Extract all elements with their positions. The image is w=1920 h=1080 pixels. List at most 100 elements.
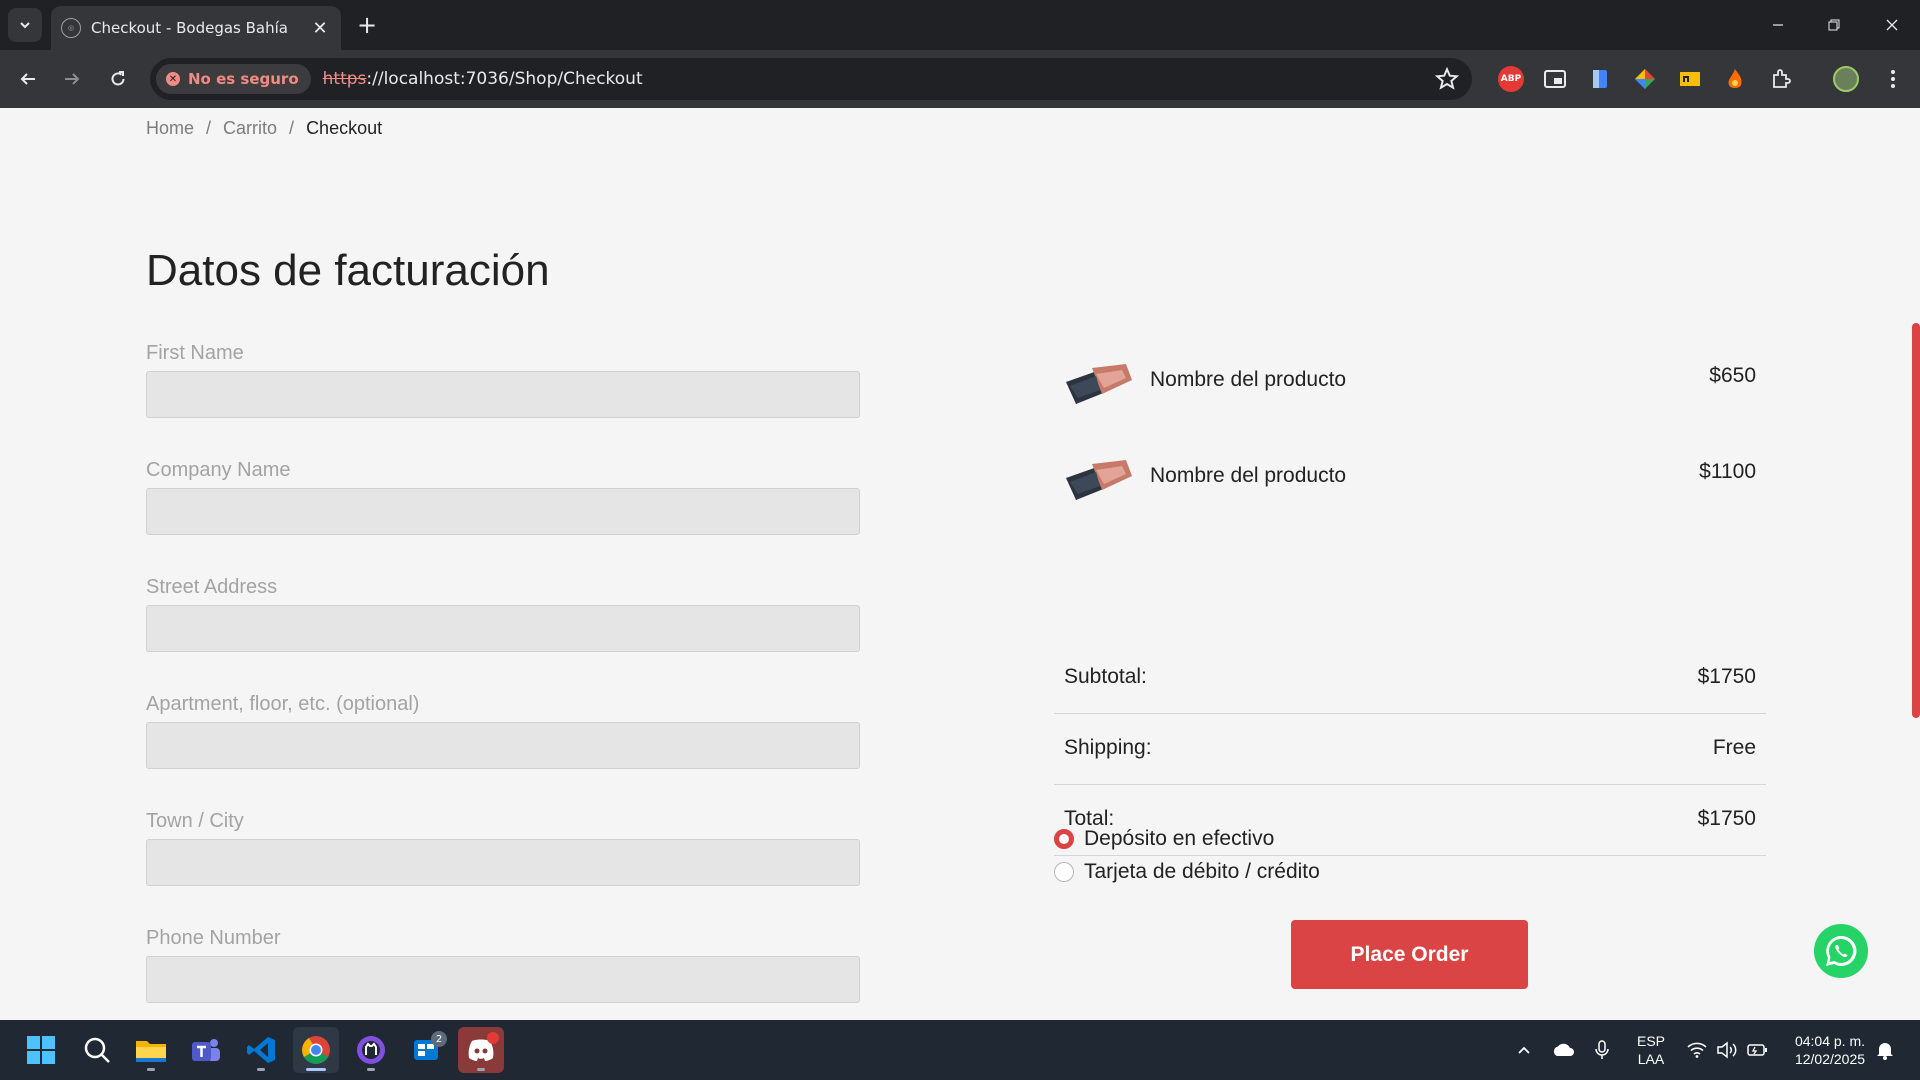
new-tab-button[interactable]: + [352, 10, 382, 40]
extensions-puzzle-icon[interactable] [1768, 66, 1794, 92]
docs-extension-icon[interactable] [1587, 66, 1613, 92]
url-path: ://localhost:7036/Shop/Checkout [366, 69, 643, 89]
input-language[interactable]: ESP LAA [1630, 1032, 1672, 1068]
page-scrollbar[interactable] [1910, 108, 1920, 1020]
phone-number-field: Phone Number [146, 927, 860, 1003]
tab-close-icon[interactable]: ✕ [309, 18, 331, 39]
town-city-label: Town / City [146, 810, 244, 832]
phone-number-input[interactable] [146, 956, 860, 1003]
payment-card-option[interactable]: Tarjeta de débito / crédito [1054, 860, 1320, 884]
url-text[interactable]: https://localhost:7036/Shop/Checkout [323, 69, 643, 89]
taskbar-github-desktop[interactable] [348, 1027, 394, 1073]
product-price: $650 [1709, 364, 1756, 387]
adblock-plus-icon[interactable]: ABP [1498, 66, 1524, 92]
apartment-input[interactable] [146, 722, 860, 769]
street-address-input[interactable] [146, 605, 860, 652]
phone-number-label: Phone Number [146, 927, 281, 949]
back-button[interactable] [12, 63, 44, 95]
profile-avatar[interactable] [1833, 66, 1859, 92]
company-name-input[interactable] [146, 488, 860, 535]
restore-icon [1828, 19, 1840, 31]
tab-search-button[interactable] [8, 8, 42, 42]
taskbar-vscode[interactable] [238, 1027, 284, 1073]
microphone-tray-button[interactable] [1590, 1038, 1614, 1062]
bell-icon [1877, 1043, 1893, 1060]
order-item: Nombre del producto $650 [1062, 352, 1756, 412]
taskbar-chrome[interactable] [293, 1027, 339, 1073]
breadcrumb-cart[interactable]: Carrito [223, 118, 277, 139]
fire-extension-icon[interactable] [1722, 66, 1748, 92]
more-menu-icon[interactable] [1880, 66, 1906, 92]
bookmark-star-icon[interactable] [1434, 66, 1460, 92]
search-icon [84, 1037, 110, 1063]
product-name: Nombre del producto [1150, 464, 1347, 487]
notifications-button[interactable] [1873, 1038, 1897, 1062]
taskbar-discord[interactable] [458, 1027, 504, 1073]
place-order-button[interactable]: Place Order [1291, 920, 1528, 989]
reload-button[interactable] [102, 63, 134, 95]
not-secure-icon: ✕ [166, 72, 180, 86]
keyboard-layout: LAA [1637, 1051, 1665, 1067]
product-image [1066, 460, 1132, 500]
browser-tab-active[interactable]: ◎ Checkout - Bodegas Bahía ✕ [51, 6, 341, 50]
payment-cash-option[interactable]: Depósito en efectivo [1054, 827, 1274, 851]
taskbar-teams[interactable] [183, 1027, 229, 1073]
taskbar-search-button[interactable] [74, 1027, 120, 1073]
browser-toolbar: ✕ No es seguro https://localhost:7036/Sh… [0, 50, 1920, 108]
security-label: No es seguro [188, 70, 299, 88]
street-address-label: Street Address [146, 576, 278, 598]
radio-unchecked-icon[interactable] [1054, 862, 1074, 882]
apartment-field: Apartment, floor, etc. (optional) [146, 693, 860, 769]
running-indicator [477, 1068, 485, 1071]
windows-start-button[interactable] [18, 1027, 64, 1073]
picture-in-picture-icon[interactable] [1542, 66, 1568, 92]
color-picker-icon[interactable] [1632, 66, 1658, 92]
subtotal-value: $1750 [1697, 665, 1756, 688]
town-city-input[interactable] [146, 839, 860, 886]
wifi-icon [1687, 1042, 1707, 1058]
notification-dot [487, 1032, 499, 1044]
battery-tray-button[interactable] [1745, 1038, 1769, 1062]
wifi-tray-button[interactable] [1685, 1038, 1709, 1062]
minimize-button[interactable] [1750, 0, 1806, 50]
yellow-extension-icon[interactable] [1677, 66, 1703, 92]
cloud-icon [1553, 1043, 1574, 1056]
clock[interactable]: 04:04 p. m. 12/02/2025 [1782, 1032, 1878, 1068]
first-name-input[interactable] [146, 371, 860, 418]
breadcrumb-separator: / [206, 118, 212, 138]
restore-button[interactable] [1806, 0, 1862, 50]
chevron-up-icon [1518, 1046, 1530, 1054]
chrome-icon [302, 1036, 330, 1064]
clock-time: 04:04 p. m. [1794, 1033, 1866, 1049]
whatsapp-icon [1826, 935, 1857, 966]
taskbar-file-explorer[interactable] [128, 1027, 174, 1073]
speaker-icon [1717, 1041, 1737, 1059]
taskbar-windows-app[interactable]: 2 [403, 1027, 449, 1073]
url-scheme: https [322, 69, 367, 89]
scrollbar-thumb[interactable] [1912, 323, 1920, 718]
address-bar[interactable]: ✕ No es seguro https://localhost:7036/Sh… [150, 58, 1472, 100]
notification-badge: 2 [431, 1031, 447, 1047]
running-indicator [306, 1068, 326, 1071]
whatsapp-button[interactable] [1814, 924, 1868, 978]
order-item: Nombre del producto $1100 [1062, 448, 1756, 508]
company-name-field: Company Name [146, 459, 860, 535]
payment-card-label: Tarjeta de débito / crédito [1084, 860, 1320, 883]
shipping-label: Shipping: [1064, 736, 1152, 759]
forward-button[interactable] [56, 63, 88, 95]
reload-icon [111, 71, 125, 86]
close-window-button[interactable] [1864, 0, 1920, 50]
shipping-value: Free [1712, 736, 1756, 759]
volume-tray-button[interactable] [1715, 1038, 1739, 1062]
radio-checked-icon[interactable] [1054, 829, 1074, 849]
arrow-left-icon [20, 73, 35, 85]
apartment-label: Apartment, floor, etc. (optional) [146, 693, 420, 715]
breadcrumb-home[interactable]: Home [146, 118, 194, 139]
page-title: Datos de facturación [146, 246, 550, 295]
file-explorer-icon [136, 1041, 166, 1062]
security-chip[interactable]: ✕ No es seguro [156, 64, 311, 94]
onedrive-tray-button[interactable] [1551, 1038, 1575, 1062]
first-name-field: First Name [146, 342, 860, 418]
product-price: $1100 [1699, 460, 1756, 483]
show-hidden-icons-button[interactable] [1512, 1038, 1536, 1062]
